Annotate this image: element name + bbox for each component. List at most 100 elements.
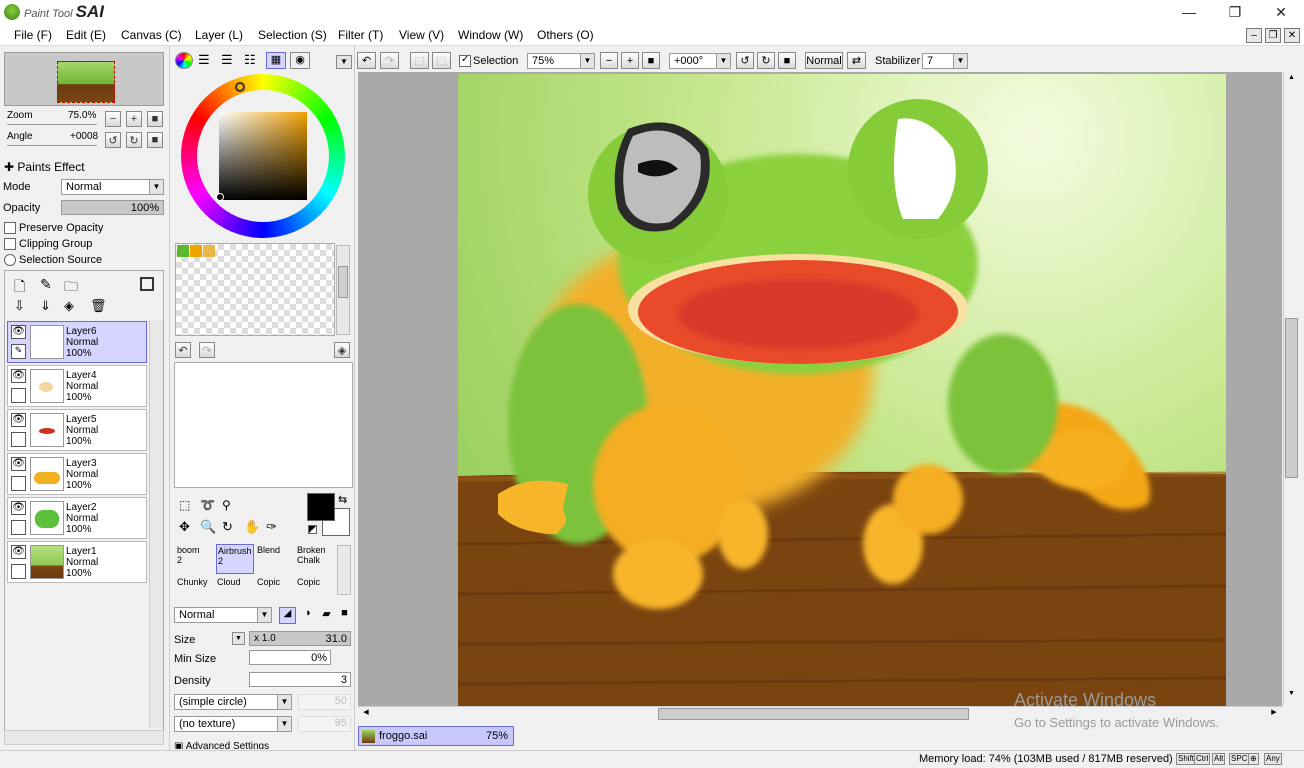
rotate-tool-icon[interactable]: ↻	[222, 519, 233, 535]
brush-airbrush[interactable]: Airbrush 2	[216, 544, 254, 574]
deselect-icon[interactable]: ⬚	[410, 52, 429, 69]
rotate-reset-button[interactable]: ■	[147, 132, 163, 148]
scratch-undo-icon[interactable]: ↶	[175, 342, 191, 358]
menu-layer[interactable]: Layer (L)	[195, 28, 243, 42]
brush-copic-2[interactable]: Copic	[256, 576, 294, 596]
scroll-left-icon[interactable]: ◀	[360, 708, 372, 720]
zoom-tool-icon[interactable]: 🔍	[200, 519, 216, 535]
texture-strength[interactable]: 95	[298, 716, 351, 732]
panel-menu-icon[interactable]: ▼	[336, 55, 352, 69]
zoom-slider[interactable]	[7, 124, 97, 125]
edge-soft-icon[interactable]: ◗	[300, 607, 317, 624]
layer-hscrollbar[interactable]	[4, 730, 164, 745]
min-size-slider[interactable]: 0%	[249, 650, 331, 665]
layer-item-layer1[interactable]: 👁 Layer1 Normal 100%	[7, 541, 147, 583]
selection-source-radio[interactable]	[4, 254, 16, 266]
saturation-value-square[interactable]	[219, 112, 307, 200]
scratchpad-tab-icon[interactable]: ◉	[290, 52, 310, 69]
primary-color-swatch[interactable]	[307, 493, 335, 521]
brush-blend[interactable]: Blend	[256, 544, 294, 574]
menu-window[interactable]: Window (W)	[458, 28, 523, 42]
rotate-left-button[interactable]: ↺	[105, 132, 121, 148]
brush-scrollbar[interactable]	[337, 545, 351, 595]
canvas-vscrollbar[interactable]: ▲ ▼	[1283, 72, 1300, 706]
menu-canvas[interactable]: Canvas (C)	[121, 28, 182, 42]
hand-tool-icon[interactable]: ✋	[244, 519, 260, 535]
preserve-opacity-checkbox[interactable]	[4, 222, 16, 234]
visibility-eye-icon[interactable]: 👁	[11, 325, 26, 339]
eyedropper-icon[interactable]: ✑	[266, 519, 277, 535]
minimize-button[interactable]: —	[1166, 0, 1212, 24]
visibility-eye-icon[interactable]: 👁	[11, 369, 26, 383]
visibility-eye-icon[interactable]: 👁	[11, 457, 26, 471]
visibility-eye-icon[interactable]: 👁	[11, 501, 26, 515]
hscroll-thumb[interactable]	[658, 708, 969, 720]
navigator[interactable]	[4, 52, 164, 106]
swatch-grid[interactable]	[175, 243, 335, 336]
zoom-reset-button[interactable]: ■	[147, 111, 163, 127]
lock-checkbox[interactable]	[11, 564, 26, 579]
brush-broken-chalk[interactable]: Broken Chalk	[296, 544, 334, 574]
mode-select[interactable]: Normal ▼	[61, 179, 164, 195]
merge-down-icon[interactable]: ⇓	[40, 298, 51, 314]
scratch-pad[interactable]	[174, 362, 353, 488]
lock-checkbox[interactable]	[11, 520, 26, 535]
edge-square-icon[interactable]: ■	[336, 607, 353, 624]
hsv-slider-tab-icon[interactable]: ☰	[221, 52, 233, 68]
swatch-tab-icon[interactable]: ▦	[266, 52, 286, 69]
redo-icon[interactable]: ↷	[380, 52, 399, 69]
menu-view[interactable]: View (V)	[399, 28, 444, 42]
zoom-select[interactable]: 75% ▼	[527, 53, 595, 69]
scroll-up-icon[interactable]: ▲	[1285, 74, 1298, 86]
toolbar-rotate-left-icon[interactable]: ↺	[736, 52, 754, 69]
rgb-slider-tab-icon[interactable]: ☰	[198, 52, 210, 68]
menu-selection[interactable]: Selection (S)	[258, 28, 327, 42]
layer-item-layer2[interactable]: 👁 Layer2 Normal 100%	[7, 497, 147, 539]
new-folder-icon[interactable]: 🗀	[64, 276, 78, 300]
swatch-scrollbar[interactable]	[336, 245, 350, 335]
toolbar-zoom-reset-icon[interactable]: ■	[642, 52, 660, 69]
visibility-eye-icon[interactable]: 👁	[11, 413, 26, 427]
brush-texture-select[interactable]: (no texture) ▼	[174, 716, 292, 732]
brush-blend-mode-select[interactable]: Normal ▼	[174, 607, 272, 623]
menu-filter[interactable]: Filter (T)	[338, 28, 383, 42]
lock-checkbox[interactable]	[11, 476, 26, 491]
magic-wand-icon[interactable]: ⚲	[222, 498, 231, 512]
flip-horizontal-icon[interactable]: ⇄	[847, 52, 866, 69]
document-tab[interactable]: froggo.sai 75%	[358, 726, 514, 746]
clipping-group-checkbox[interactable]	[4, 238, 16, 250]
brush-shape-select[interactable]: (simple circle) ▼	[174, 694, 292, 710]
menu-others[interactable]: Others (O)	[537, 28, 594, 42]
lasso-icon[interactable]: ➰	[200, 498, 215, 512]
layer-item-layer4[interactable]: 👁 Layer4 Normal 100%	[7, 365, 147, 407]
mdi-restore-icon[interactable]: ❐	[1265, 28, 1281, 43]
rect-select-icon[interactable]: ⬚	[179, 498, 190, 512]
advanced-settings-toggle[interactable]: ▣ Advanced Settings	[174, 740, 269, 749]
size-slider[interactable]: x 1.0 31.0	[249, 631, 351, 646]
swatch-orange[interactable]	[190, 245, 202, 257]
scratch-redo-icon[interactable]: ↷	[199, 342, 215, 358]
visibility-eye-icon[interactable]: 👁	[11, 545, 26, 559]
intermediate-tab-icon[interactable]: ☷	[244, 52, 256, 68]
brush-chunky[interactable]: Chunky	[176, 576, 214, 596]
brush-lock-icon[interactable]: ✎	[11, 344, 26, 359]
stabilizer-select[interactable]: 7 ▼	[922, 53, 968, 69]
clear-layer-icon[interactable]: ◈	[64, 298, 74, 314]
paints-effect-header[interactable]: ✚ Paints Effect	[4, 160, 85, 174]
move-icon[interactable]: ✥	[179, 519, 190, 535]
menu-edit[interactable]: Edit (E)	[66, 28, 106, 42]
new-layer-icon[interactable]: 🗋	[14, 276, 25, 300]
maximize-button[interactable]: ❐	[1212, 0, 1258, 24]
edge-hard-icon[interactable]: ◢	[279, 607, 296, 624]
selection-checkbox[interactable]: ✓	[459, 54, 471, 67]
transfer-down-icon[interactable]: ⇩	[14, 298, 25, 314]
brush-copic-1[interactable]: Copic	[296, 576, 334, 596]
brush-cloud[interactable]: Cloud	[216, 576, 254, 596]
zoom-out-button[interactable]: −	[105, 111, 121, 127]
lock-checkbox[interactable]	[11, 432, 26, 447]
mdi-minimize-icon[interactable]: –	[1246, 28, 1262, 43]
toolbar-zoom-out-icon[interactable]: −	[600, 52, 618, 69]
edge-medium-icon[interactable]: ▰	[318, 607, 335, 624]
layer-item-layer5[interactable]: 👁 Layer5 Normal 100%	[7, 409, 147, 451]
layer-item-layer6[interactable]: 👁 ✎ Layer6 Normal 100%	[7, 321, 147, 363]
